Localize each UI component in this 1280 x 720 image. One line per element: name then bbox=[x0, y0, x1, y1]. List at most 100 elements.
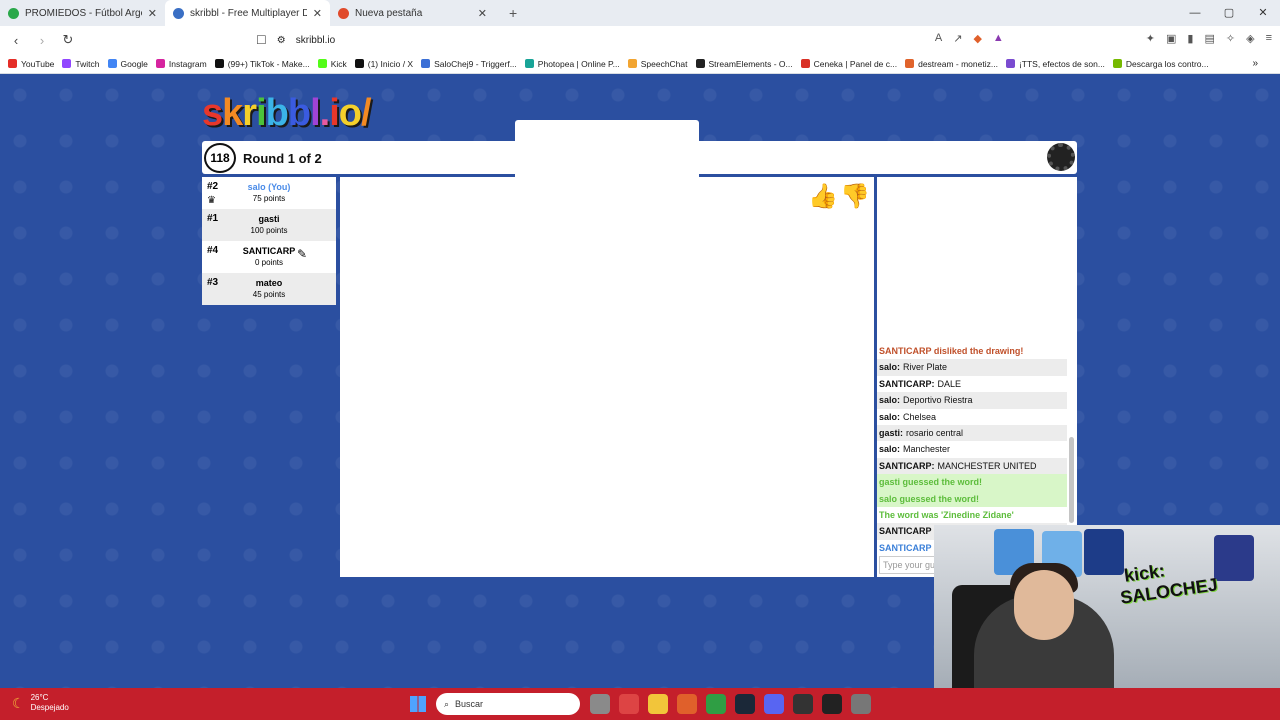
bookmark-item[interactable]: Photopea | Online P... bbox=[524, 59, 620, 69]
bookmark-item[interactable]: SaloChej9 - Triggerf... bbox=[421, 59, 517, 69]
temperature: 26°C bbox=[30, 693, 49, 702]
bookmark-label: Twitch bbox=[75, 58, 100, 69]
bookmark-item[interactable]: StreamElements - O... bbox=[695, 58, 793, 69]
player-row[interactable]: #3 mateo 45 points bbox=[202, 273, 536, 305]
bookmark-label: StreamElements - O... bbox=[708, 58, 793, 69]
bookmark-item[interactable]: Kick bbox=[317, 59, 347, 69]
close-icon[interactable]: ✕ bbox=[478, 7, 487, 20]
new-tab-icon[interactable]: + bbox=[509, 5, 517, 21]
bookmark-favicon-icon bbox=[62, 59, 72, 68]
close-icon[interactable]: ✕ bbox=[313, 7, 322, 20]
player-row[interactable]: #4 SANTICARP 0 points ✎ bbox=[202, 241, 536, 273]
share-icon[interactable]: ↗ bbox=[953, 32, 962, 45]
bookmark-icon[interactable]: ☐ bbox=[256, 33, 267, 47]
player-row[interactable]: #1 gasti 100 points bbox=[202, 209, 536, 241]
app-icon[interactable] bbox=[793, 694, 813, 714]
bookmark-item[interactable]: Ceneka | Panel de c... bbox=[800, 58, 898, 69]
chat-user: salo: bbox=[879, 395, 901, 406]
chat-message: salo: Deportivo Riestra bbox=[877, 392, 1067, 409]
like-icon[interactable]: 👍 bbox=[808, 182, 838, 211]
bookmark-item[interactable]: Descarga los contro... bbox=[1112, 59, 1209, 69]
file-explorer-icon[interactable] bbox=[648, 694, 668, 714]
player-points: 45 points bbox=[252, 290, 286, 299]
tab-new[interactable]: Nueva pestaña ✕ bbox=[330, 0, 495, 26]
shield-icon[interactable]: ◆ bbox=[973, 32, 981, 45]
maximize-icon[interactable]: ▢ bbox=[1212, 0, 1246, 26]
steam-icon[interactable] bbox=[735, 694, 755, 714]
minimize-icon[interactable]: — bbox=[1178, 0, 1212, 26]
bookmark-item[interactable]: Instagram bbox=[155, 58, 207, 69]
chat-message: gasti guessed the word! bbox=[877, 474, 1067, 491]
reading-list-icon[interactable]: ▤ bbox=[1204, 32, 1214, 45]
brave-browser-icon[interactable] bbox=[677, 694, 697, 714]
vpn-icon[interactable]: ◈ bbox=[1246, 32, 1254, 45]
taskbar-search[interactable]: ⌕ Buscar bbox=[436, 693, 580, 715]
tab-title: skribbl - Free Multiplayer Dra bbox=[190, 7, 307, 19]
taskbar: ☾ 26°C Despejado ⌕ Buscar bbox=[0, 688, 1280, 720]
player-name: salo (You) bbox=[247, 182, 291, 192]
obs-icon[interactable] bbox=[822, 694, 842, 714]
chat-input[interactable]: Type your gu bbox=[879, 556, 939, 574]
bookmark-item[interactable]: destream - monetiz... bbox=[905, 59, 998, 69]
translate-icon[interactable]: A bbox=[935, 32, 942, 45]
player-points: 75 points bbox=[252, 194, 286, 203]
bookmark-label: Instagram bbox=[168, 58, 207, 69]
reload-icon[interactable]: ↻ bbox=[58, 32, 78, 48]
store-icon[interactable] bbox=[619, 694, 639, 714]
chat-message: salo: Chelsea bbox=[877, 409, 1067, 425]
tab-skribbl[interactable]: skribbl - Free Multiplayer Dra ✕ bbox=[165, 0, 330, 26]
player-name: SANTICARP bbox=[242, 246, 296, 256]
close-icon[interactable]: ✕ bbox=[148, 7, 157, 20]
chat-scrollbar[interactable] bbox=[1069, 345, 1075, 525]
bookmark-favicon-icon bbox=[800, 59, 810, 68]
tab-favicon-icon bbox=[173, 7, 184, 19]
bookmark-item[interactable]: Google bbox=[107, 59, 148, 69]
extensions-icon[interactable]: ✦ bbox=[1146, 32, 1155, 45]
rewards-icon[interactable]: ▲ bbox=[993, 32, 1004, 45]
sidebar-icon[interactable]: ▮ bbox=[1187, 32, 1193, 45]
player-name: gasti bbox=[258, 214, 280, 224]
close-window-icon[interactable]: ✕ bbox=[1246, 0, 1280, 26]
weather-widget[interactable]: ☾ 26°C Despejado bbox=[12, 693, 69, 713]
chat-message: SANTICARP: DALE bbox=[877, 376, 1067, 392]
bookmark-item[interactable]: (1) Inicio / X bbox=[354, 59, 413, 69]
bookmark-label: Ceneka | Panel de c... bbox=[813, 58, 898, 69]
leo-icon[interactable]: ✧ bbox=[1226, 32, 1235, 45]
tab-favicon-icon bbox=[8, 7, 19, 19]
game-header bbox=[202, 141, 1077, 174]
forward-icon[interactable]: › bbox=[32, 33, 52, 48]
task-view-icon[interactable] bbox=[590, 694, 610, 714]
discord-icon[interactable] bbox=[764, 694, 784, 714]
bookmark-item[interactable]: SpeechChat bbox=[627, 59, 688, 69]
bookmark-item[interactable]: ¡TTS, efectos de son... bbox=[1005, 59, 1105, 69]
player-rank: #2 bbox=[207, 181, 219, 192]
bookmark-item[interactable]: YouTube bbox=[8, 59, 54, 69]
back-icon[interactable]: ‹ bbox=[6, 33, 26, 48]
bookmark-label: SaloChej9 - Triggerf... bbox=[434, 58, 517, 69]
pencil-icon: ✎ bbox=[297, 247, 308, 261]
crown-icon: ♛ bbox=[207, 195, 216, 206]
url-field[interactable]: ☐ ⚙ skribbl.io bbox=[256, 30, 1016, 50]
site-info-icon[interactable]: ⚙ bbox=[277, 35, 286, 46]
xbox-icon[interactable] bbox=[706, 694, 726, 714]
drawing-canvas[interactable] bbox=[340, 177, 874, 577]
dislike-icon[interactable]: 👎 bbox=[840, 182, 870, 211]
menu-icon[interactable]: ≡ bbox=[1266, 32, 1272, 45]
bookmark-favicon-icon bbox=[354, 59, 364, 68]
bookmarks-overflow-icon[interactable]: » bbox=[1252, 58, 1258, 69]
settings-gear-icon[interactable] bbox=[1047, 143, 1075, 171]
tab-promiedos[interactable]: PROMIEDOS - Fútbol Argentino ✕ bbox=[0, 0, 165, 26]
chat-user: salo: bbox=[879, 411, 901, 422]
bookmark-item[interactable]: (99+) TikTok - Make... bbox=[214, 59, 310, 69]
taskbar-apps bbox=[590, 694, 871, 714]
bookmark-item[interactable]: Twitch bbox=[62, 58, 100, 69]
timer-clock: 118 bbox=[204, 143, 236, 173]
wallet-icon[interactable]: ▣ bbox=[1166, 32, 1176, 45]
player-row[interactable]: #2 ♛ salo (You) 75 points bbox=[202, 177, 536, 209]
bookmark-favicon-icon bbox=[1112, 59, 1122, 68]
settings-icon[interactable] bbox=[851, 694, 871, 714]
chat-message: The word was 'Zinedine Zidane' bbox=[877, 506, 1067, 524]
windows-start-icon[interactable] bbox=[410, 696, 426, 712]
chat-message: SANTICARP disliked the drawing! bbox=[879, 346, 1024, 356]
weather-status: Despejado bbox=[30, 703, 69, 712]
